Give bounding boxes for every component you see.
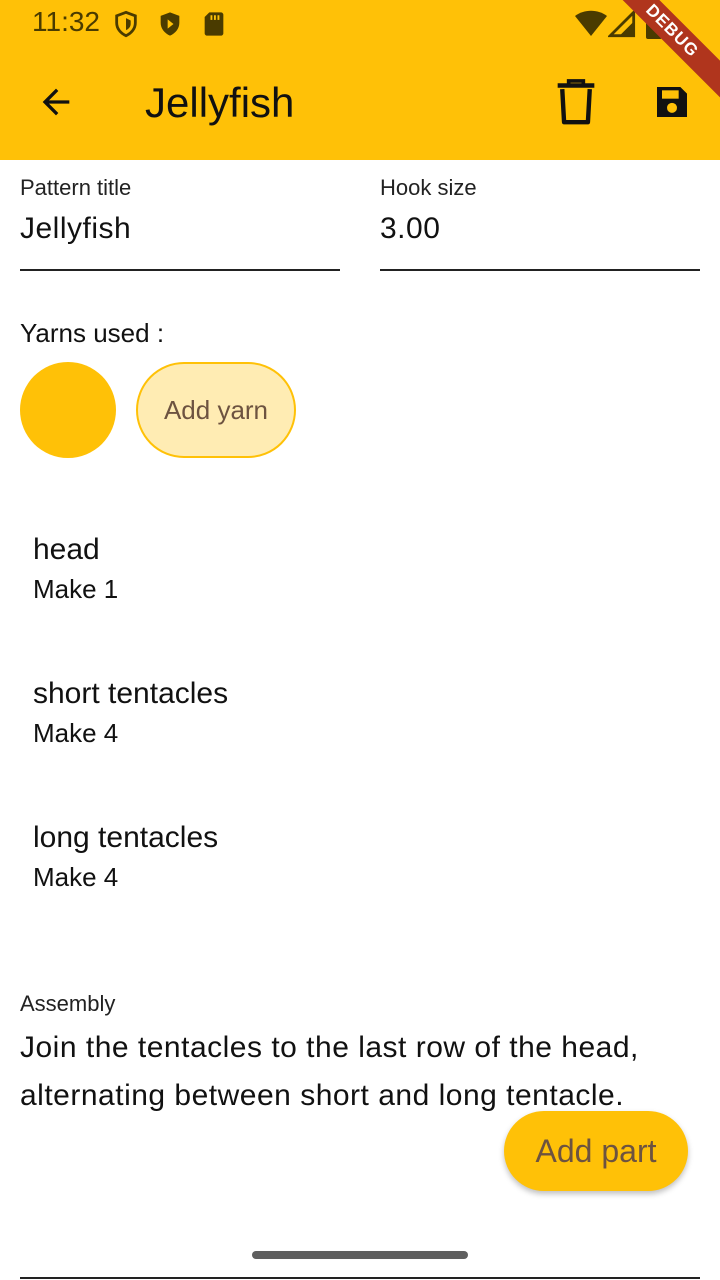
part-item-long-tentacles[interactable]: long tentacles Make 4 xyxy=(33,818,218,893)
part-item-head[interactable]: head Make 1 xyxy=(33,530,118,605)
delete-button[interactable] xyxy=(544,72,608,136)
assembly-label: Assembly xyxy=(20,991,116,1016)
hook-size-underline xyxy=(380,269,700,271)
back-arrow-icon xyxy=(36,82,76,127)
play-store-icon xyxy=(156,10,184,38)
part-name: long tentacles xyxy=(33,821,219,854)
sd-card-icon xyxy=(200,10,228,38)
status-time: 11:32 xyxy=(32,6,100,37)
save-button[interactable] xyxy=(640,72,704,136)
signal-icon xyxy=(606,8,636,38)
add-part-button[interactable]: Add part xyxy=(504,1111,688,1191)
assembly-underline xyxy=(20,1277,700,1279)
pattern-title-underline xyxy=(20,269,340,271)
part-item-short-tentacles[interactable]: short tentacles Make 4 xyxy=(33,674,228,749)
wifi-icon xyxy=(574,10,608,38)
page-title: Jellyfish xyxy=(145,79,295,126)
back-button[interactable] xyxy=(24,72,88,136)
part-make-count: Make 1 xyxy=(33,574,119,604)
add-yarn-button[interactable]: Add yarn xyxy=(136,362,296,458)
hook-size-input[interactable]: 3.00 xyxy=(380,212,440,246)
delete-icon xyxy=(554,78,598,131)
hook-size-label: Hook size xyxy=(380,175,477,200)
yarn-color-swatch[interactable] xyxy=(20,362,116,458)
pattern-title-input[interactable]: Jellyfish xyxy=(20,212,131,246)
pattern-title-label: Pattern title xyxy=(20,175,132,200)
shield-icon xyxy=(112,10,140,38)
part-name: head xyxy=(33,533,100,566)
part-make-count: Make 4 xyxy=(33,862,119,892)
assembly-input[interactable]: Join the tentacles to the last row of th… xyxy=(20,1024,660,1120)
app-bar: 11:32 DEBUG Jellyfish xyxy=(0,0,720,160)
part-make-count: Make 4 xyxy=(33,718,119,748)
save-icon xyxy=(652,82,692,127)
home-indicator[interactable] xyxy=(252,1251,468,1259)
part-name: short tentacles xyxy=(33,677,229,710)
yarns-used-label: Yarns used : xyxy=(20,318,165,348)
